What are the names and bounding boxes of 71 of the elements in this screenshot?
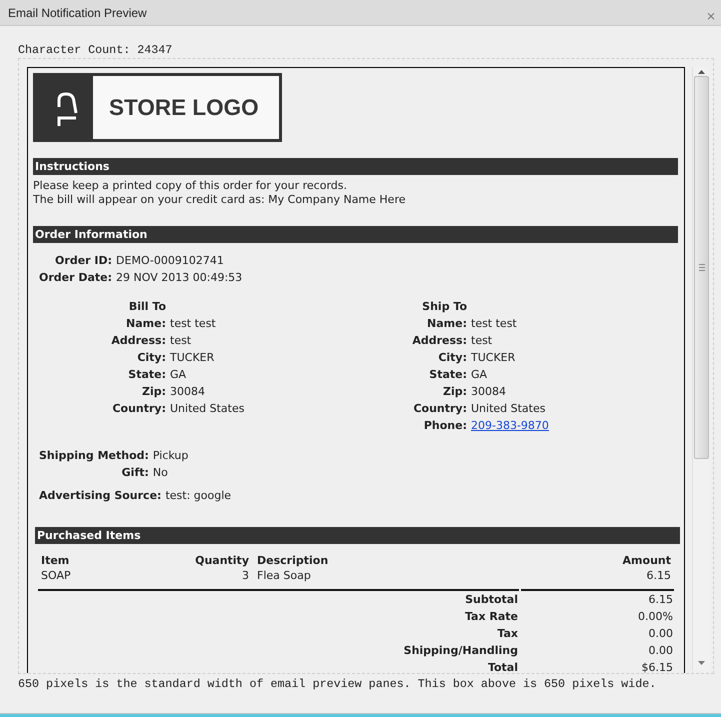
total-value: 0.00: [648, 626, 674, 642]
field-value: GA: [471, 367, 488, 383]
field-label: Shipping Method:: [39, 448, 149, 464]
field-label: Address:: [412, 333, 467, 349]
window-title: Email Notification Preview: [8, 6, 147, 20]
field-label: City:: [137, 350, 166, 366]
field-value: United States: [471, 401, 546, 417]
field-value: DEMO-0009102741: [116, 253, 224, 269]
field-label: Zip:: [142, 384, 166, 400]
table-cell-text: Flea Soap: [256, 568, 311, 583]
field-value: GA: [170, 367, 186, 383]
field-value: test: google: [165, 488, 232, 504]
table-cell-text: SOAP: [40, 568, 71, 583]
field-value: test test: [170, 316, 216, 332]
field-value: 30084: [170, 384, 205, 400]
total-label: Shipping/Handling: [404, 643, 519, 659]
instruction-text: Please keep a printed copy of this order for your records.: [33, 179, 348, 193]
field-label: Order ID:: [55, 253, 112, 269]
field-label: Phone:: [424, 418, 467, 434]
field-label: Name:: [427, 316, 467, 332]
column-header: Amount: [622, 553, 672, 568]
column-header: Quantity: [195, 553, 250, 568]
column-header: Item: [40, 553, 70, 568]
section-heading: Instructions: [33, 158, 678, 175]
field-label: Order Date:: [39, 270, 112, 286]
logo-mark-icon: [36, 76, 93, 139]
field-label: Zip:: [442, 384, 467, 400]
instruction-text: The bill will appear on your credit card as: My Company Name Here: [33, 193, 407, 207]
section-heading: Order Information: [33, 226, 678, 243]
address-heading: Bill To: [128, 299, 166, 315]
field-label: Country:: [112, 401, 166, 417]
logo-text: STORE LOGO: [109, 94, 259, 120]
field-value: 29 NOV 2013 00:49:53: [116, 270, 242, 286]
address-heading: Ship To: [422, 299, 467, 315]
field-value: No: [152, 465, 168, 481]
field-label: State:: [429, 367, 467, 383]
field-value: United States: [170, 401, 244, 417]
field-value: TUCKER: [170, 350, 214, 366]
field-value: test test: [471, 316, 517, 332]
total-label: Tax Rate: [464, 609, 519, 625]
character-count: Character Count: 24347: [18, 43, 172, 57]
field-label: Country:: [413, 401, 467, 417]
field-value: Pickup: [152, 448, 188, 464]
total-label: Subtotal: [465, 592, 519, 608]
total-value: 0.00%: [638, 609, 674, 625]
field-value: 30084: [471, 384, 506, 400]
total-value: 6.15: [648, 592, 674, 608]
scroll-down-icon[interactable]: [698, 661, 705, 665]
field-label: Address:: [111, 333, 166, 349]
scrollbar-thumb[interactable]: [694, 76, 709, 459]
phone-link[interactable]: 209-383-9870: [471, 417, 549, 434]
field-label: Name:: [126, 316, 166, 332]
field-label: Advertising Source:: [39, 488, 162, 504]
section-heading: Purchased Items: [35, 527, 680, 544]
scrollbar-track[interactable]: [692, 67, 710, 671]
field-value: test: [471, 333, 492, 349]
field-label: City:: [438, 350, 467, 366]
scroll-up-icon[interactable]: [698, 70, 705, 74]
total-value: $6.15: [642, 660, 674, 673]
total-label: Total: [488, 660, 519, 673]
field-label: State:: [128, 367, 166, 383]
total-label: Tax: [497, 626, 519, 642]
field-value: test: [170, 333, 192, 349]
footer-note: 650 pixels is the standard width of email preview panes. This box above is 650 pixels wide.: [18, 677, 656, 691]
close-button[interactable]: ×: [704, 10, 718, 22]
field-value: TUCKER: [471, 350, 516, 366]
table-cell-text: 3: [242, 568, 250, 583]
field-label: Gift:: [122, 465, 149, 481]
table-cell-text: 6.15: [646, 568, 672, 583]
column-header: Description: [256, 553, 328, 568]
total-value: 0.00: [648, 643, 674, 659]
